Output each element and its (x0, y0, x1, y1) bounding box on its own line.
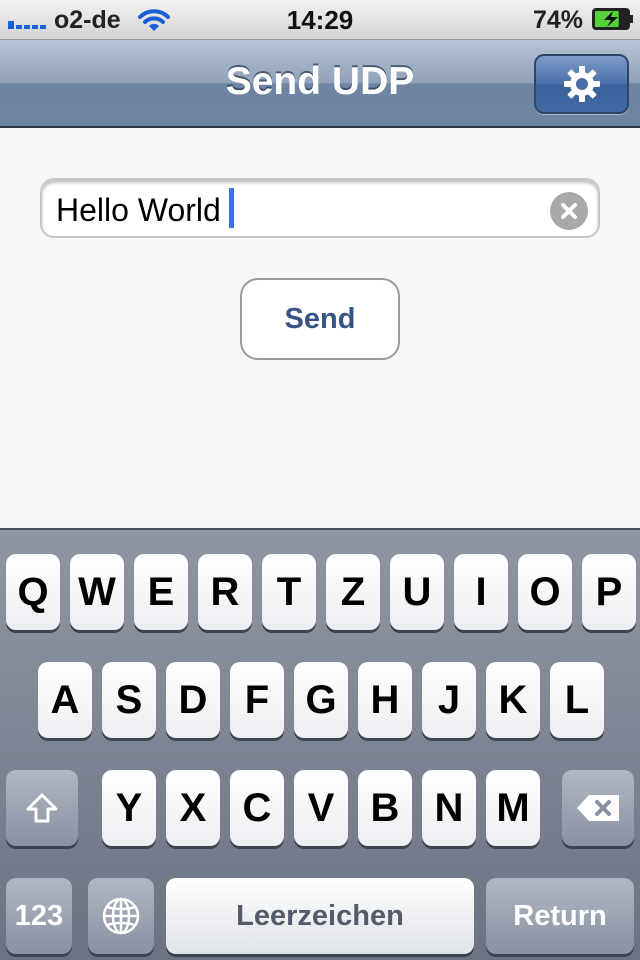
battery-percent: 74% (533, 6, 584, 34)
key-j[interactable]: J (422, 662, 476, 738)
key-a[interactable]: A (38, 662, 92, 738)
shift-key[interactable] (6, 770, 78, 846)
send-button[interactable]: Send (240, 278, 400, 360)
key-r[interactable]: R (198, 554, 252, 630)
key-k[interactable]: K (486, 662, 540, 738)
key-x[interactable]: X (166, 770, 220, 846)
navigation-bar: Send UDP (0, 40, 640, 128)
key-h[interactable]: H (358, 662, 412, 738)
key-s[interactable]: S (102, 662, 156, 738)
key-p[interactable]: P (582, 554, 636, 630)
battery-charging-icon (592, 8, 633, 30)
key-z[interactable]: Z (326, 554, 380, 630)
backspace-icon (577, 795, 619, 821)
message-input-value: Hello World (56, 192, 221, 228)
key-b[interactable]: B (358, 770, 412, 846)
key-t[interactable]: T (262, 554, 316, 630)
key-q[interactable]: Q (6, 554, 60, 630)
key-u[interactable]: U (390, 554, 444, 630)
key-l[interactable]: L (550, 662, 604, 738)
numbers-key[interactable]: 123 (6, 878, 72, 954)
key-g[interactable]: G (294, 662, 348, 738)
key-c[interactable]: C (230, 770, 284, 846)
backspace-key[interactable] (562, 770, 634, 846)
key-y[interactable]: Y (102, 770, 156, 846)
key-f[interactable]: F (230, 662, 284, 738)
main-content: Hello World Send (0, 130, 640, 528)
key-o[interactable]: O (518, 554, 572, 630)
key-w[interactable]: W (70, 554, 124, 630)
return-key[interactable]: Return (486, 878, 634, 954)
space-key[interactable]: Leerzeichen (166, 878, 474, 954)
keyboard: QWERTZUIOP ASDFGHJKL YXCVBNM 123 Leerzei… (0, 528, 640, 960)
shift-icon (26, 793, 58, 823)
key-m[interactable]: M (486, 770, 540, 846)
status-bar: o2-de 14:29 74% (0, 0, 640, 40)
key-i[interactable]: I (454, 554, 508, 630)
clear-button[interactable] (550, 192, 588, 230)
globe-key[interactable] (88, 878, 154, 954)
key-d[interactable]: D (166, 662, 220, 738)
key-v[interactable]: V (294, 770, 348, 846)
globe-icon (102, 897, 140, 935)
key-n[interactable]: N (422, 770, 476, 846)
gear-icon (563, 66, 600, 102)
message-input[interactable]: Hello World (40, 178, 600, 238)
text-cursor (229, 188, 234, 228)
key-e[interactable]: E (134, 554, 188, 630)
clear-icon (561, 203, 577, 219)
settings-button[interactable] (534, 54, 629, 114)
